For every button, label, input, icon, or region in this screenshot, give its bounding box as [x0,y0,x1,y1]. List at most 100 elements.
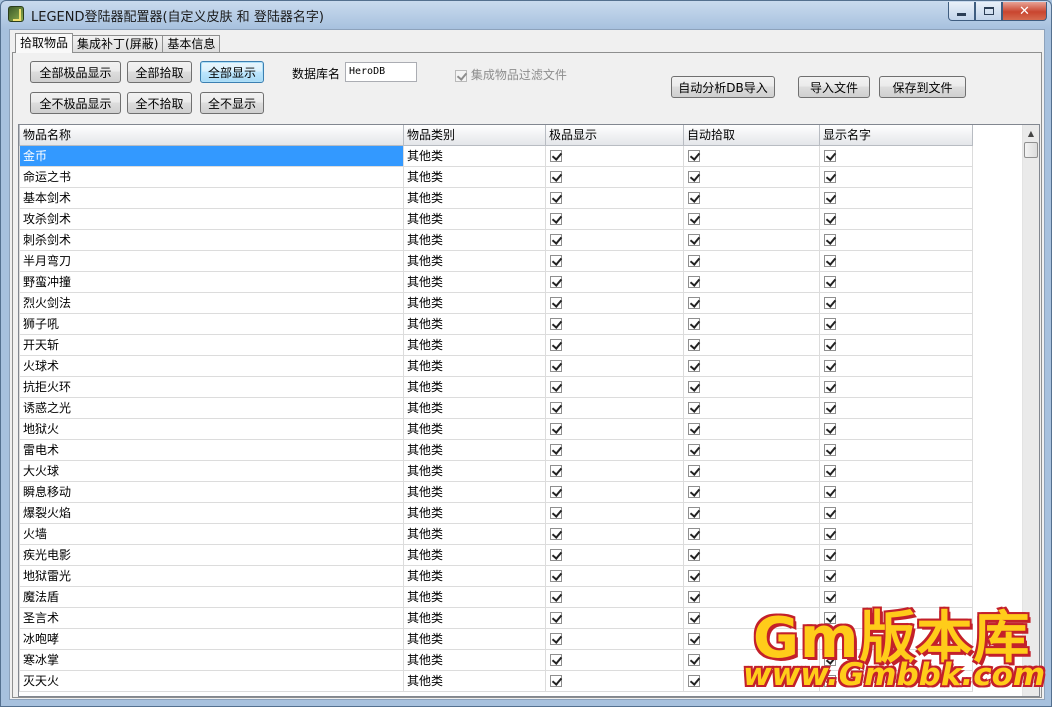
item-category-cell[interactable]: 其他类 [403,459,546,482]
premium-show-checkbox[interactable] [550,192,562,204]
auto-pickup-checkbox[interactable] [688,654,700,666]
item-name-cell[interactable]: 爆裂火焰 [19,501,404,524]
item-category-cell[interactable]: 其他类 [403,207,546,230]
show-name-checkbox[interactable] [824,381,836,393]
item-name-cell[interactable]: 圣言术 [19,606,404,629]
show-name-checkbox[interactable] [824,171,836,183]
item-category-cell[interactable]: 其他类 [403,396,546,419]
auto-pickup-checkbox[interactable] [688,402,700,414]
premium-show-checkbox[interactable] [550,675,562,687]
item-category-cell[interactable]: 其他类 [403,501,546,524]
table-row[interactable]: 金币 其他类 [19,144,973,167]
item-category-cell[interactable]: 其他类 [403,291,546,314]
show-name-checkbox[interactable] [824,549,836,561]
tab-pickup-items[interactable]: 拾取物品 [15,33,74,53]
item-category-cell[interactable]: 其他类 [403,585,546,608]
premium-show-checkbox[interactable] [550,339,562,351]
premium-show-checkbox[interactable] [550,591,562,603]
auto-pickup-checkbox[interactable] [688,381,700,393]
premium-show-checkbox[interactable] [550,318,562,330]
item-name-cell[interactable]: 冰咆哮 [19,627,404,650]
import-file-button[interactable]: 导入文件 [798,76,870,98]
premium-show-checkbox[interactable] [550,402,562,414]
show-name-checkbox[interactable] [824,213,836,225]
item-name-cell[interactable]: 狮子吼 [19,312,404,335]
show-name-checkbox[interactable] [824,255,836,267]
auto-pickup-checkbox[interactable] [688,465,700,477]
item-category-cell[interactable]: 其他类 [403,354,546,377]
auto-pickup-checkbox[interactable] [688,339,700,351]
show-name-checkbox[interactable] [824,423,836,435]
table-row[interactable]: 基本剑术 其他类 [19,186,973,209]
item-category-cell[interactable]: 其他类 [403,564,546,587]
auto-pickup-checkbox[interactable] [688,318,700,330]
all-premium-show-button[interactable]: 全部极品显示 [30,61,121,83]
show-name-checkbox[interactable] [824,528,836,540]
auto-pickup-checkbox[interactable] [688,297,700,309]
table-row[interactable]: 雷电术 其他类 [19,438,973,461]
item-category-cell[interactable]: 其他类 [403,375,546,398]
show-name-checkbox[interactable] [824,339,836,351]
table-row[interactable]: 刺杀剑术 其他类 [19,228,973,251]
table-row[interactable]: 命运之书 其他类 [19,165,973,188]
premium-show-checkbox[interactable] [550,444,562,456]
item-name-cell[interactable]: 半月弯刀 [19,249,404,272]
auto-pickup-checkbox[interactable] [688,234,700,246]
maximize-button[interactable] [975,2,1002,21]
premium-show-checkbox[interactable] [550,465,562,477]
filter-checkbox-row[interactable]: 集成物品过滤文件 [455,66,567,83]
scrollbar-thumb[interactable] [1024,142,1038,158]
show-name-checkbox[interactable] [824,402,836,414]
premium-show-checkbox[interactable] [550,528,562,540]
item-name-cell[interactable]: 火球术 [19,354,404,377]
show-name-checkbox[interactable] [824,507,836,519]
item-name-cell[interactable]: 诱惑之光 [19,396,404,419]
auto-pickup-checkbox[interactable] [688,150,700,162]
premium-show-checkbox[interactable] [550,570,562,582]
minimize-button[interactable] [948,2,975,21]
item-name-cell[interactable]: 基本剑术 [19,186,404,209]
item-name-cell[interactable]: 疾光电影 [19,543,404,566]
table-row[interactable]: 开天斩 其他类 [19,333,973,356]
show-name-checkbox[interactable] [824,297,836,309]
item-category-cell[interactable]: 其他类 [403,669,546,692]
item-name-cell[interactable]: 瞬息移动 [19,480,404,503]
tab-integrated-patch[interactable]: 集成补丁(屏蔽) [72,35,164,53]
item-category-cell[interactable]: 其他类 [403,270,546,293]
item-name-cell[interactable]: 大火球 [19,459,404,482]
item-category-cell[interactable]: 其他类 [403,312,546,335]
item-name-cell[interactable]: 灭天火 [19,669,404,692]
premium-show-checkbox[interactable] [550,654,562,666]
premium-show-checkbox[interactable] [550,234,562,246]
premium-show-checkbox[interactable] [550,507,562,519]
premium-show-checkbox[interactable] [550,612,562,624]
item-name-cell[interactable]: 开天斩 [19,333,404,356]
item-name-cell[interactable]: 抗拒火环 [19,375,404,398]
auto-pickup-checkbox[interactable] [688,444,700,456]
column-header-auto-pickup[interactable]: 自动拾取 [683,125,820,146]
column-header-premium-show[interactable]: 极品显示 [545,125,684,146]
auto-pickup-checkbox[interactable] [688,423,700,435]
table-row[interactable]: 狮子吼 其他类 [19,312,973,335]
show-name-checkbox[interactable] [824,318,836,330]
premium-show-checkbox[interactable] [550,549,562,561]
table-row[interactable]: 疾光电影 其他类 [19,543,973,566]
item-name-cell[interactable]: 野蛮冲撞 [19,270,404,293]
premium-show-checkbox[interactable] [550,150,562,162]
save-to-file-button[interactable]: 保存到文件 [879,76,966,98]
premium-show-checkbox[interactable] [550,276,562,288]
show-name-checkbox[interactable] [824,276,836,288]
item-category-cell[interactable]: 其他类 [403,648,546,671]
item-name-cell[interactable]: 金币 [19,144,404,167]
show-name-checkbox[interactable] [824,234,836,246]
all-pickup-button[interactable]: 全部拾取 [127,61,192,83]
item-name-cell[interactable]: 地狱火 [19,417,404,440]
show-name-checkbox[interactable] [824,150,836,162]
show-name-checkbox[interactable] [824,465,836,477]
auto-pickup-checkbox[interactable] [688,171,700,183]
item-category-cell[interactable]: 其他类 [403,438,546,461]
auto-pickup-checkbox[interactable] [688,213,700,225]
none-pickup-button[interactable]: 全不拾取 [127,92,192,114]
auto-pickup-checkbox[interactable] [688,255,700,267]
table-row[interactable]: 野蛮冲撞 其他类 [19,270,973,293]
